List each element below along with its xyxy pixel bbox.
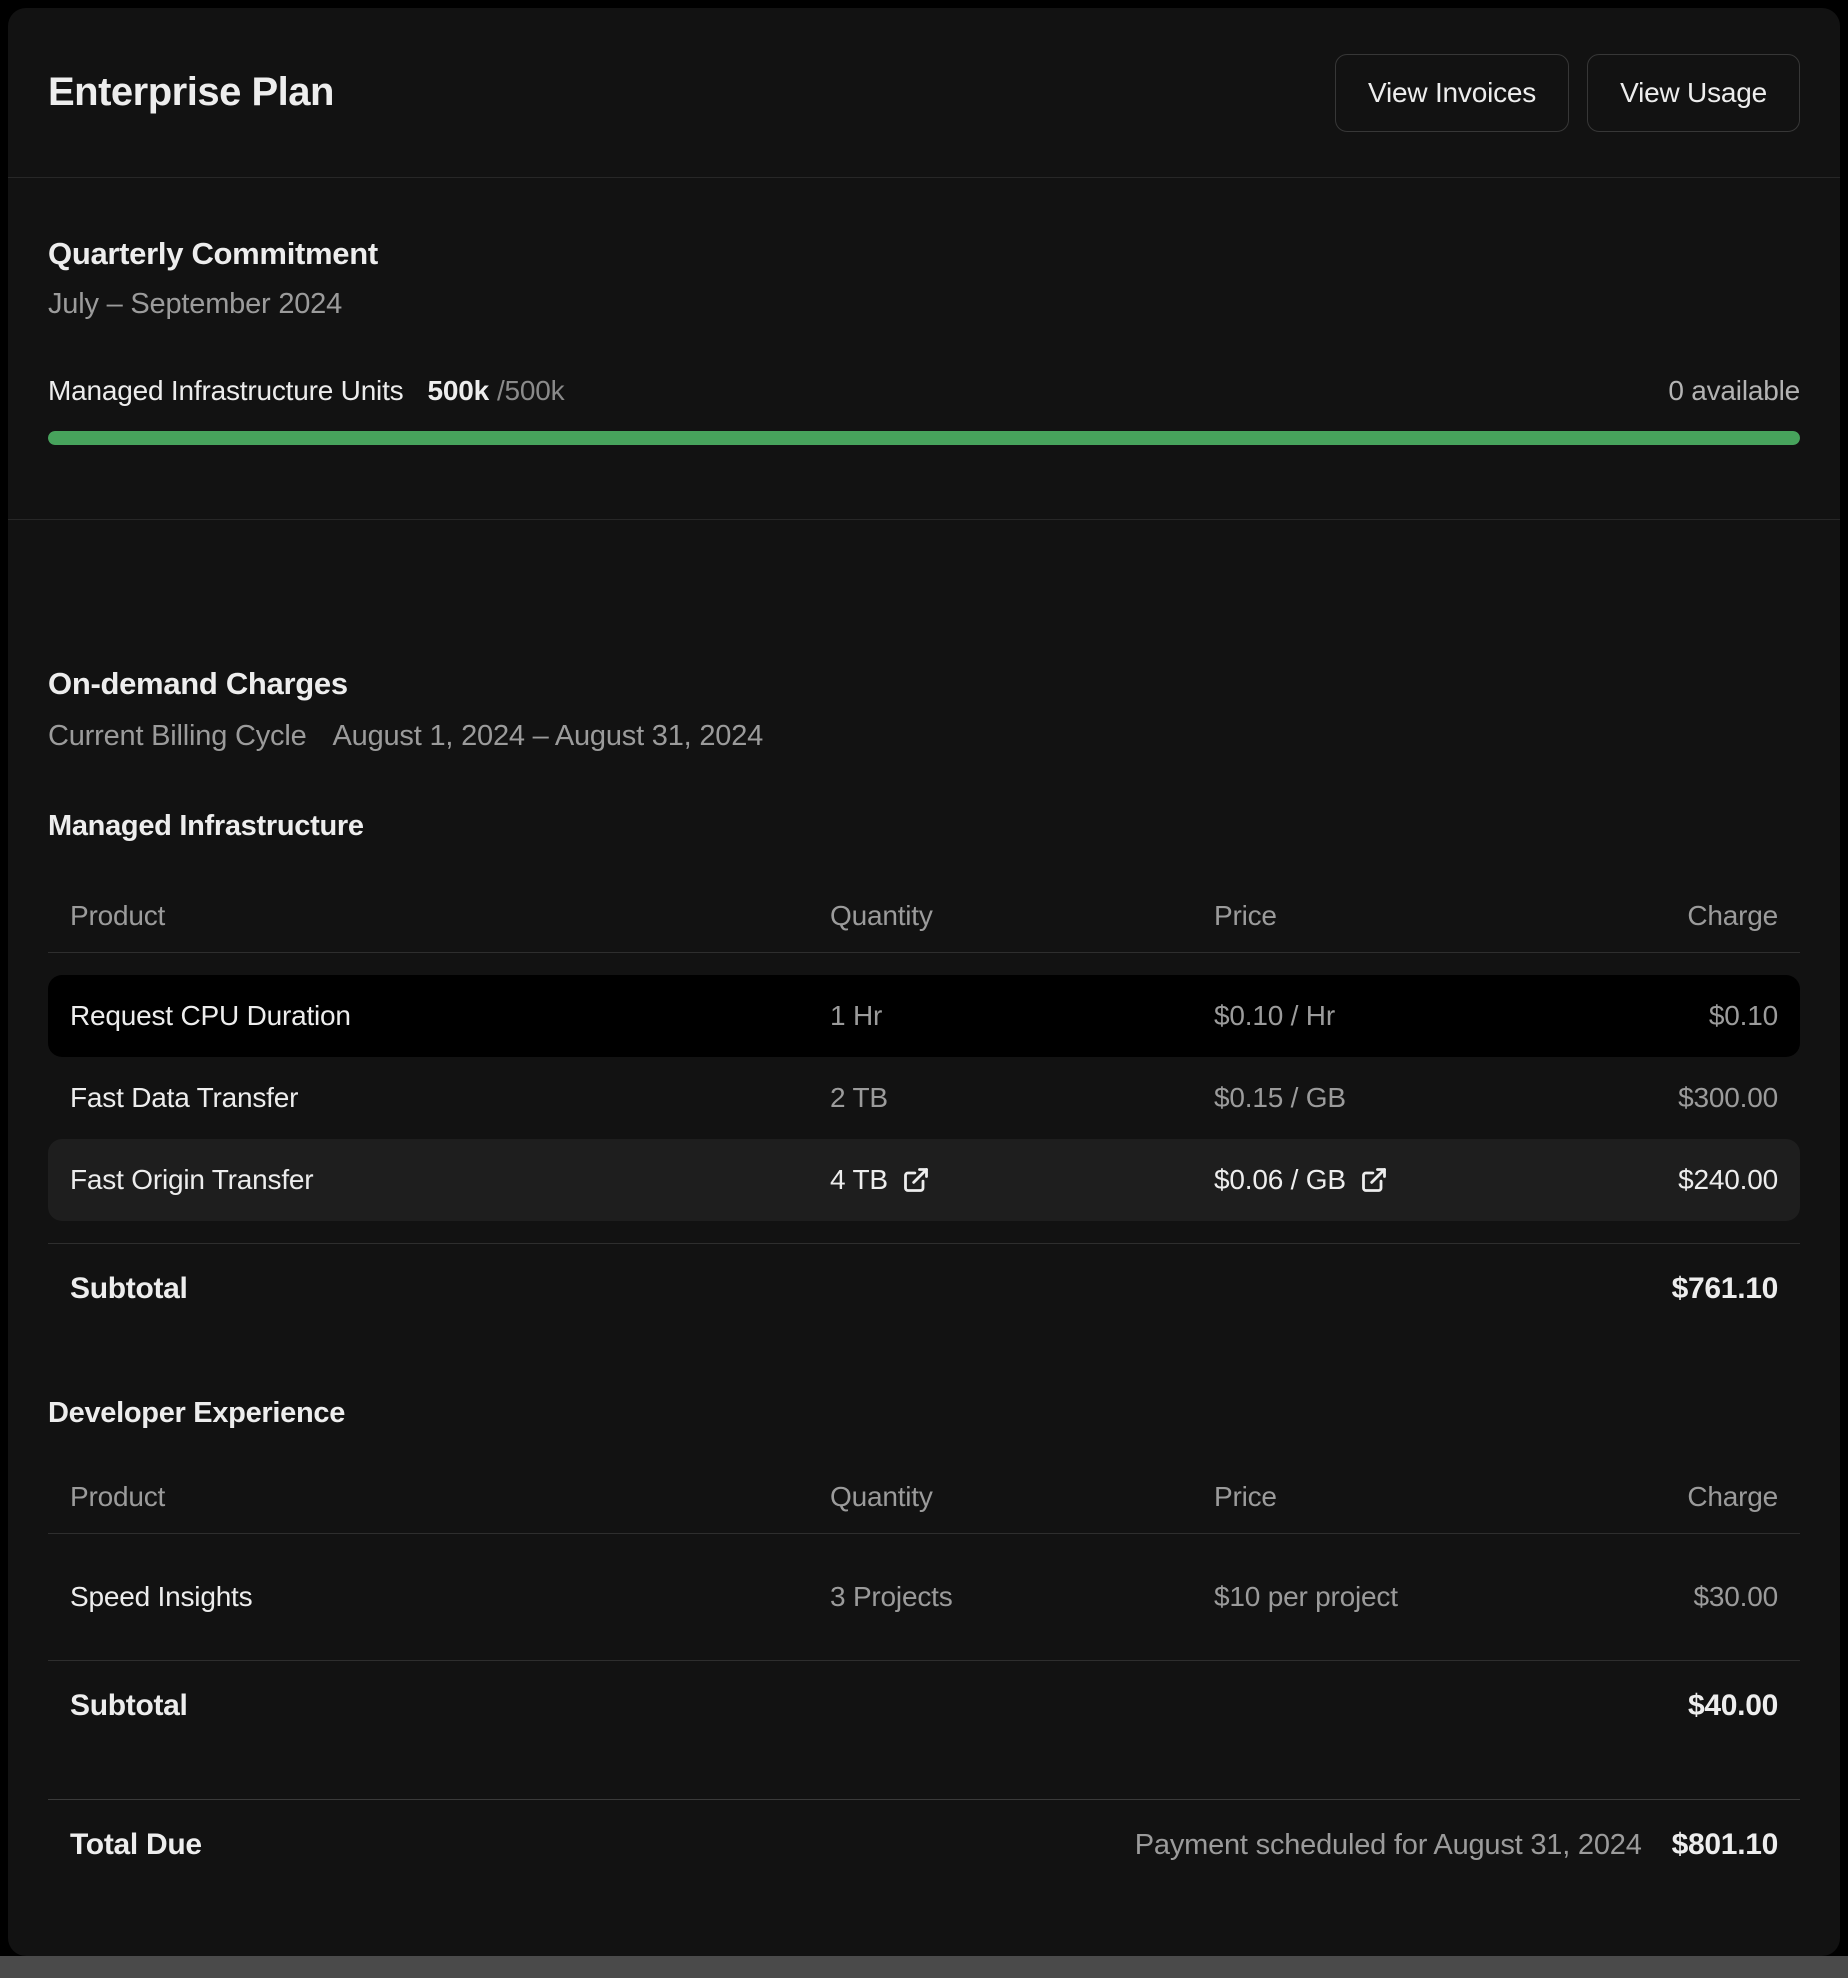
- table-rows-developer-experience: Speed Insights 3 Projects $10 per projec…: [48, 1556, 1800, 1638]
- subtotal-amount: $761.10: [1672, 1272, 1778, 1306]
- column-header-charge: Charge: [1687, 900, 1778, 932]
- external-link-icon[interactable]: [902, 1166, 930, 1194]
- column-header-product: Product: [70, 900, 830, 932]
- row-price: $0.06 / GB: [1214, 1164, 1678, 1196]
- usage-progress-fill: [48, 431, 1800, 445]
- billing-cycle-label: Current Billing Cycle: [48, 720, 307, 753]
- units-metric-label: Managed Infrastructure Units: [48, 375, 403, 407]
- total-due-amount: $801.10: [1672, 1828, 1778, 1862]
- total-due-row: Total Due Payment scheduled for August 3…: [48, 1799, 1800, 1890]
- billing-cycle-range: August 1, 2024 – August 31, 2024: [333, 720, 764, 753]
- row-charge: $0.10: [1709, 1000, 1778, 1032]
- page-background-strip: [0, 1956, 1848, 1978]
- table-header-developer-experience: Product Quantity Price Charge: [48, 1481, 1800, 1534]
- commitment-period: July – September 2024: [48, 288, 1800, 321]
- row-product-name: Request CPU Duration: [70, 1000, 830, 1032]
- quarterly-commitment-title: Quarterly Commitment: [48, 236, 1800, 272]
- quarterly-commitment-section: Quarterly Commitment July – September 20…: [8, 178, 1840, 520]
- usage-progress-bar: [48, 431, 1800, 445]
- units-used-value: 500k: [427, 375, 489, 407]
- view-invoices-button[interactable]: View Invoices: [1335, 54, 1569, 132]
- header-actions: View Invoices View Usage: [1335, 54, 1800, 132]
- row-price-value: $0.06 / GB: [1214, 1164, 1346, 1196]
- on-demand-charges-section: On-demand Charges Current Billing Cycle …: [8, 520, 1840, 1890]
- row-price: $0.10 / Hr: [1214, 1000, 1709, 1032]
- row-product-name: Speed Insights: [70, 1581, 830, 1613]
- payment-schedule-note: Payment scheduled for August 31, 2024: [1135, 1829, 1642, 1862]
- subtotal-amount: $40.00: [1688, 1689, 1778, 1723]
- view-usage-button[interactable]: View Usage: [1587, 54, 1800, 132]
- total-due-label: Total Due: [70, 1828, 202, 1862]
- row-quantity: 2 TB: [830, 1082, 1214, 1114]
- column-header-product: Product: [70, 1481, 830, 1513]
- billing-cycle-row: Current Billing Cycle August 1, 2024 – A…: [48, 720, 1800, 753]
- row-quantity: 3 Projects: [830, 1581, 1214, 1613]
- row-product-name: Fast Origin Transfer: [70, 1164, 830, 1196]
- row-charge: $300.00: [1678, 1082, 1778, 1114]
- table-row-speed-insights[interactable]: Speed Insights 3 Projects $10 per projec…: [48, 1556, 1800, 1638]
- group-heading-developer-experience: Developer Experience: [48, 1396, 1800, 1431]
- column-header-price: Price: [1214, 900, 1687, 932]
- units-available-label: 0 available: [1668, 375, 1800, 407]
- subtotal-label: Subtotal: [70, 1272, 188, 1306]
- total-due-right: Payment scheduled for August 31, 2024 $8…: [1135, 1828, 1778, 1862]
- units-total-value: /500k: [497, 375, 565, 407]
- billing-plan-card: Enterprise Plan View Invoices View Usage…: [8, 8, 1840, 1956]
- row-quantity: 4 TB: [830, 1164, 1214, 1196]
- column-header-charge: Charge: [1687, 1481, 1778, 1513]
- table-row-request-cpu-duration[interactable]: Request CPU Duration 1 Hr $0.10 / Hr $0.…: [48, 975, 1800, 1057]
- row-charge: $30.00: [1694, 1581, 1778, 1613]
- card-header: Enterprise Plan View Invoices View Usage: [8, 8, 1840, 178]
- subtotal-label: Subtotal: [70, 1689, 188, 1723]
- table-rows-managed-infrastructure: Request CPU Duration 1 Hr $0.10 / Hr $0.…: [48, 975, 1800, 1221]
- row-quantity: 1 Hr: [830, 1000, 1214, 1032]
- group-heading-managed-infrastructure: Managed Infrastructure: [48, 809, 1800, 844]
- on-demand-charges-title: On-demand Charges: [48, 666, 1800, 702]
- row-quantity-value: 4 TB: [830, 1164, 888, 1196]
- subtotal-row-developer-experience: Subtotal $40.00: [48, 1660, 1800, 1751]
- table-row-fast-data-transfer[interactable]: Fast Data Transfer 2 TB $0.15 / GB $300.…: [48, 1057, 1800, 1139]
- page-title: Enterprise Plan: [48, 70, 334, 115]
- external-link-icon[interactable]: [1360, 1166, 1388, 1194]
- row-product-name: Fast Data Transfer: [70, 1082, 830, 1114]
- column-header-quantity: Quantity: [830, 900, 1214, 932]
- subtotal-row-managed-infrastructure: Subtotal $761.10: [48, 1243, 1800, 1334]
- units-row: Managed Infrastructure Units 500k /500k …: [48, 375, 1800, 407]
- row-price: $0.15 / GB: [1214, 1082, 1678, 1114]
- row-charge: $240.00: [1678, 1164, 1778, 1196]
- units-left: Managed Infrastructure Units 500k /500k: [48, 375, 564, 407]
- table-header-managed-infrastructure: Product Quantity Price Charge: [48, 900, 1800, 953]
- column-header-quantity: Quantity: [830, 1481, 1214, 1513]
- table-row-fast-origin-transfer[interactable]: Fast Origin Transfer 4 TB $0.06 / GB $24…: [48, 1139, 1800, 1221]
- column-header-price: Price: [1214, 1481, 1687, 1513]
- row-price: $10 per project: [1214, 1581, 1694, 1613]
